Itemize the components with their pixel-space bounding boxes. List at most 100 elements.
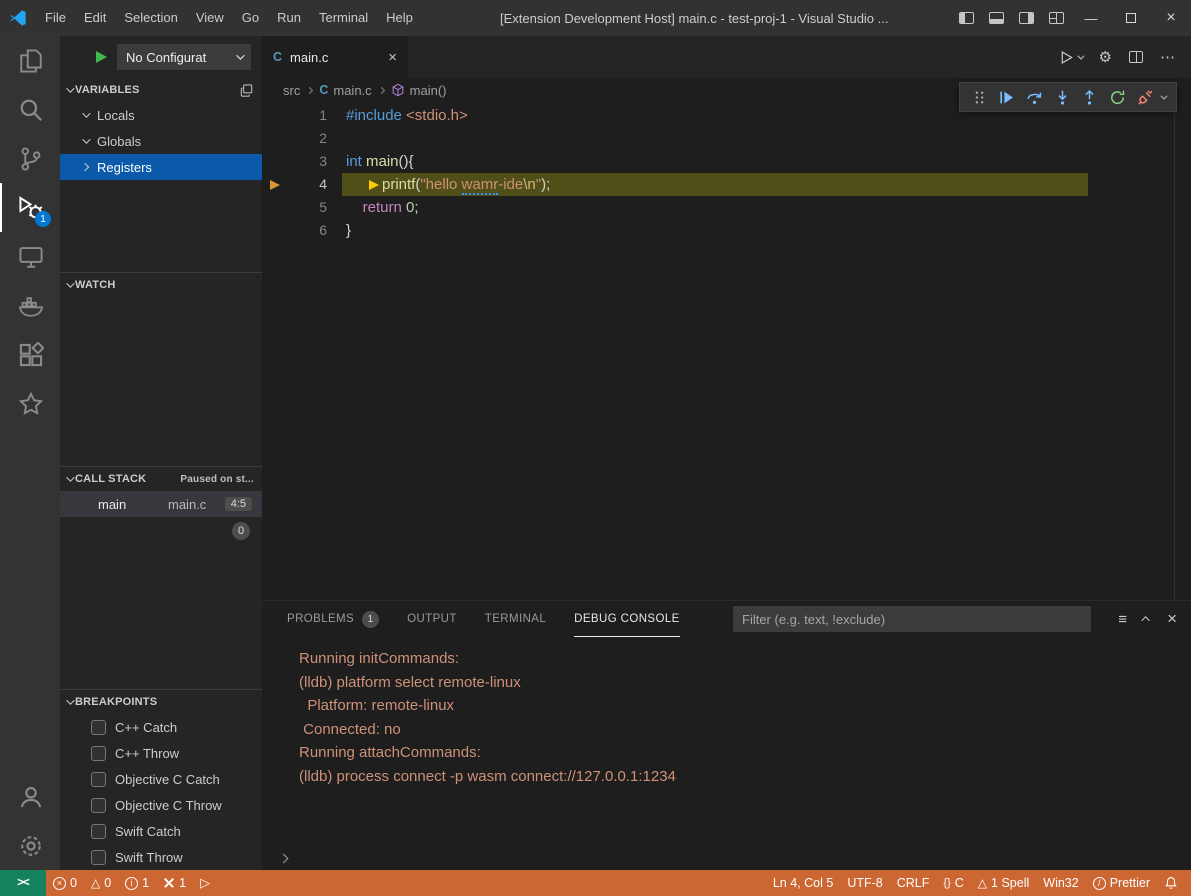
code-line-6[interactable]: 6} xyxy=(262,219,1191,242)
breakpoint-checkbox[interactable] xyxy=(91,772,106,787)
breakpoint-checkbox[interactable] xyxy=(91,850,106,865)
code-line-3[interactable]: 3int main(){ xyxy=(262,150,1191,173)
code-text[interactable]: int main(){ xyxy=(342,150,414,173)
maximize-panel-icon[interactable] xyxy=(1141,616,1149,624)
code-text[interactable] xyxy=(342,127,346,150)
activity-item-run-debug[interactable]: 1 xyxy=(0,183,60,232)
tab-main-c[interactable]: C main.c xyxy=(262,36,408,78)
menu-go[interactable]: Go xyxy=(233,0,268,36)
close-panel-icon[interactable] xyxy=(1167,609,1177,629)
activity-item-star[interactable] xyxy=(0,379,60,428)
gutter-cell[interactable] xyxy=(262,104,288,127)
status-utf-8[interactable]: UTF-8 xyxy=(840,870,889,896)
menu-view[interactable]: View xyxy=(187,0,233,36)
activity-item-search[interactable] xyxy=(0,85,60,134)
menu-selection[interactable]: Selection xyxy=(115,0,186,36)
step-into-button[interactable] xyxy=(1054,89,1071,106)
status-1-spell[interactable]: 1 Spell xyxy=(971,870,1036,896)
customize-layout-button[interactable] xyxy=(1041,0,1071,36)
disconnect-button[interactable] xyxy=(1137,89,1154,106)
activity-item-docker[interactable] xyxy=(0,281,60,330)
variables-scope-registers[interactable]: Registers xyxy=(60,154,262,180)
breadcrumb-item-mainc[interactable]: Cmain.c xyxy=(319,83,371,98)
gutter-cell[interactable] xyxy=(262,196,288,219)
step-out-button[interactable] xyxy=(1081,89,1098,106)
minimize-button[interactable] xyxy=(1071,0,1111,36)
chevron-right-icon[interactable] xyxy=(279,854,289,864)
activity-item-settings[interactable] xyxy=(0,821,60,870)
code-text[interactable]: #include <stdio.h> xyxy=(342,104,468,127)
status-debug-play[interactable] xyxy=(193,870,217,896)
code-area[interactable]: 1#include <stdio.h>23int main(){4printf(… xyxy=(262,102,1191,242)
variables-section-header[interactable]: VARIABLES xyxy=(60,78,262,102)
code-text[interactable]: } xyxy=(342,219,351,242)
code-text[interactable]: return 0; xyxy=(342,196,419,219)
start-debug-icon[interactable] xyxy=(96,51,107,63)
line-gutter[interactable]: 2 xyxy=(262,127,342,150)
breadcrumb-item-main[interactable]: main() xyxy=(391,83,447,98)
run-file-button[interactable] xyxy=(1059,50,1082,65)
code-line-4[interactable]: 4printf("hello wamr-ide\n"); xyxy=(262,173,1191,196)
panel-tab-debug-console[interactable]: DEBUG CONSOLE xyxy=(574,601,680,637)
continue-button[interactable] xyxy=(998,89,1015,106)
step-over-button[interactable] xyxy=(1026,89,1043,106)
activity-item-account[interactable] xyxy=(0,772,60,821)
status-prettier[interactable]: /Prettier xyxy=(1086,870,1157,896)
maximize-button[interactable] xyxy=(1111,0,1151,36)
gutter-cell[interactable] xyxy=(262,150,288,173)
code-line-5[interactable]: 5 return 0; xyxy=(262,196,1191,219)
line-gutter[interactable]: 6 xyxy=(262,219,342,242)
breakpoint-checkbox[interactable] xyxy=(91,720,106,735)
status-bell[interactable] xyxy=(1157,870,1185,896)
variables-scope-globals[interactable]: Globals xyxy=(60,128,262,154)
status-win32[interactable]: Win32 xyxy=(1036,870,1085,896)
code-text[interactable]: printf("hello wamr-ide\n"); xyxy=(342,173,1088,196)
call-stack-frame[interactable]: mainmain.c4:5 xyxy=(60,491,262,517)
line-gutter[interactable]: 5 xyxy=(262,196,342,219)
breakpoints-section-header[interactable]: BREAKPOINTS xyxy=(60,690,262,714)
activity-item-remote-explorer[interactable] xyxy=(0,232,60,281)
toggle-panel-button[interactable] xyxy=(981,0,1011,36)
panel-tab-problems[interactable]: PROBLEMS1 xyxy=(287,601,379,637)
status-0[interactable]: 0 xyxy=(84,870,118,896)
line-gutter[interactable]: 4 xyxy=(262,173,342,196)
panel-tab-output[interactable]: OUTPUT xyxy=(407,601,457,637)
status-ln-4-col-5[interactable]: Ln 4, Col 5 xyxy=(766,870,840,896)
menu-file[interactable]: File xyxy=(36,0,75,36)
status-crlf[interactable]: CRLF xyxy=(890,870,937,896)
breakpoint-checkbox[interactable] xyxy=(91,824,106,839)
breakpoint-item[interactable]: C++ Catch xyxy=(60,714,262,740)
breakpoint-item[interactable]: Objective C Throw xyxy=(60,792,262,818)
breakpoint-item[interactable]: Swift Throw xyxy=(60,844,262,870)
activity-item-explorer[interactable] xyxy=(0,36,60,85)
gutter-cell[interactable] xyxy=(262,127,288,150)
breakpoint-checkbox[interactable] xyxy=(91,798,106,813)
call-stack-section-header[interactable]: CALL STACK Paused on st... xyxy=(60,467,262,491)
menu-edit[interactable]: Edit xyxy=(75,0,115,36)
restart-button[interactable] xyxy=(1109,89,1126,106)
breakpoint-item[interactable]: Objective C Catch xyxy=(60,766,262,792)
debug-config-dropdown[interactable]: No Configurat xyxy=(117,44,251,70)
menu-help[interactable]: Help xyxy=(377,0,422,36)
code-line-2[interactable]: 2 xyxy=(262,127,1191,150)
copy-icon[interactable] xyxy=(239,83,254,98)
chevron-down-icon[interactable] xyxy=(1161,92,1168,99)
breakpoint-gutter-cell[interactable] xyxy=(262,173,288,196)
breakpoint-checkbox[interactable] xyxy=(91,746,106,761)
split-editor-button[interactable] xyxy=(1129,51,1143,63)
activity-item-extensions[interactable] xyxy=(0,330,60,379)
watch-section-header[interactable]: WATCH xyxy=(60,273,262,297)
toggle-secondary-sidebar-button[interactable] xyxy=(1011,0,1041,36)
breadcrumb-item-src[interactable]: src xyxy=(283,83,300,98)
menu-terminal[interactable]: Terminal xyxy=(310,0,377,36)
line-gutter[interactable]: 3 xyxy=(262,150,342,173)
activity-item-source-control[interactable] xyxy=(0,134,60,183)
toggle-sidebar-button[interactable] xyxy=(951,0,981,36)
status-0[interactable]: ×0 xyxy=(46,870,84,896)
breakpoint-item[interactable]: C++ Throw xyxy=(60,740,262,766)
gutter-cell[interactable] xyxy=(262,219,288,242)
gear-icon[interactable] xyxy=(1099,48,1112,66)
output-actions-icon[interactable] xyxy=(1118,611,1127,628)
breakpoint-item[interactable]: Swift Catch xyxy=(60,818,262,844)
remote-indicator[interactable]: >< xyxy=(0,870,46,896)
